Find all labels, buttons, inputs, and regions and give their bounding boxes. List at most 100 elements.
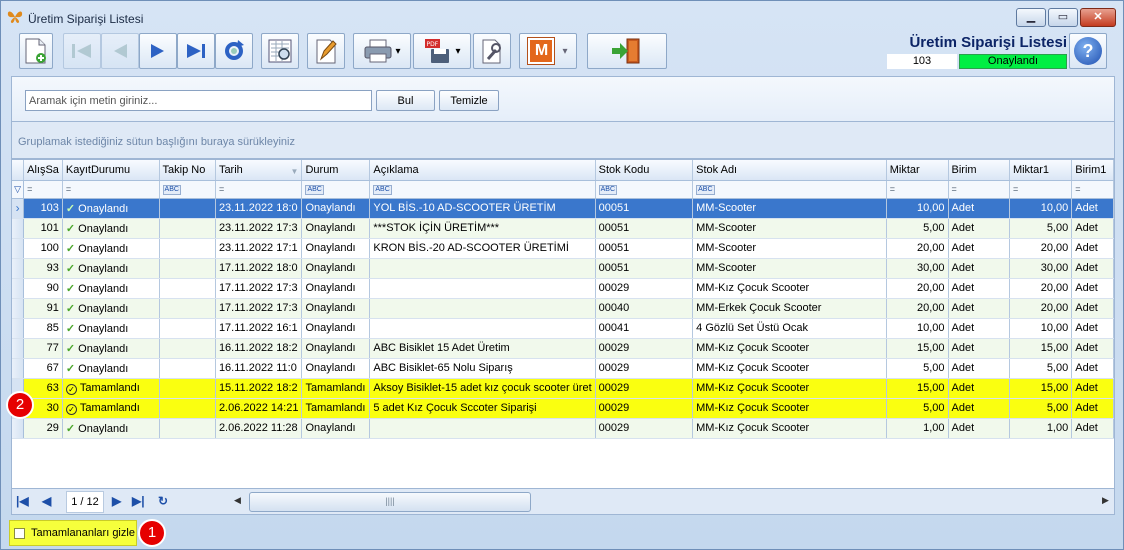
filter-alissa[interactable]: = [23, 180, 63, 199]
cell-stokkodu[interactable]: 00029 [595, 378, 694, 399]
cell-takip[interactable] [159, 238, 216, 259]
pager-next-button[interactable]: ▶ [112, 494, 121, 508]
cell-aciklama[interactable]: ABC Bisiklet-65 Nolu Siparış [369, 358, 596, 379]
cell-stokkodu[interactable]: 00041 [595, 318, 694, 339]
hide-completed-checkbox[interactable] [14, 527, 25, 539]
cell-aciklama[interactable]: YOL BİS.-10 AD-SCOOTER ÜRETİM [369, 198, 596, 219]
cell-birim1[interactable]: Adet [1071, 358, 1114, 379]
cell-no[interactable]: 77 [23, 338, 63, 359]
cell-kayit[interactable]: ✓ Onaylandı [62, 318, 160, 339]
cell-miktar1[interactable]: 1,00 [1009, 418, 1073, 439]
cell-durum[interactable]: Tamamlandı [301, 378, 371, 399]
cell-durum[interactable]: Onaylandı [301, 418, 371, 439]
cell-birim[interactable]: Adet [948, 418, 1010, 439]
cell-durum[interactable]: Onaylandı [301, 218, 371, 239]
table-row[interactable]: 85 ✓ Onaylandı 17.11.2022 16:1 Onaylandı 0004… [12, 318, 1114, 339]
new-document-button[interactable] [19, 33, 53, 69]
column-header-miktar[interactable]: Miktar [886, 160, 949, 181]
cell-takip[interactable] [159, 278, 216, 299]
cell-tarih[interactable]: 2.06.2022 14:21 [215, 398, 303, 419]
cell-stokadi[interactable]: MM-Scooter [692, 198, 887, 219]
cell-durum[interactable]: Onaylandı [301, 338, 371, 359]
edit-button[interactable] [307, 33, 345, 69]
cell-no[interactable]: 100 [23, 238, 63, 259]
cell-aciklama[interactable] [369, 258, 596, 279]
column-header-aciklama[interactable]: Açıklama [369, 160, 596, 181]
column-header-alissa[interactable]: AlışSa [23, 160, 63, 181]
cell-birim1[interactable]: Adet [1071, 278, 1114, 299]
table-row[interactable]: 63 ✓ Tamamlandı 15.11.2022 18:2 Tamamlandı Ak… [12, 378, 1114, 399]
cell-miktar[interactable]: 1,00 [886, 418, 949, 439]
column-header-takipno[interactable]: Takip No [159, 160, 216, 181]
last-record-button[interactable] [177, 33, 215, 69]
cell-birim1[interactable]: Adet [1071, 418, 1114, 439]
table-row[interactable]: 29 ✓ Onaylandı 2.06.2022 11:28 Onaylandı 0002… [12, 418, 1114, 439]
cell-aciklama[interactable]: Aksoy Bisiklet-15 adet kız çocuk scooter… [369, 378, 596, 399]
row-indicator[interactable] [12, 298, 25, 319]
column-header-kayitdurumu[interactable]: KayıtDurumu [62, 160, 160, 181]
cell-birim1[interactable]: Adet [1071, 318, 1114, 339]
table-row[interactable]: 100 ✓ Onaylandı 23.11.2022 17:1 Onaylandı KRO… [12, 238, 1114, 259]
cell-miktar1[interactable]: 5,00 [1009, 358, 1073, 379]
cell-takip[interactable] [159, 258, 216, 279]
cell-birim[interactable]: Adet [948, 318, 1010, 339]
group-by-panel[interactable]: Gruplamak istediğiniz sütun başlığını bu… [11, 122, 1115, 159]
tools-button[interactable] [473, 33, 511, 69]
cell-stokadi[interactable]: MM-Scooter [692, 258, 887, 279]
cell-stokkodu[interactable]: 00029 [595, 418, 694, 439]
close-button[interactable]: ✕ [1080, 8, 1116, 27]
cell-no[interactable]: 91 [23, 298, 63, 319]
cell-birim1[interactable]: Adet [1071, 398, 1114, 419]
cell-stokkodu[interactable]: 00040 [595, 298, 694, 319]
clear-button[interactable]: Temizle [439, 90, 499, 111]
next-record-button[interactable] [139, 33, 177, 69]
cell-kayit[interactable]: ✓ Onaylandı [62, 338, 160, 359]
scroll-left-button[interactable]: ◀ [234, 495, 241, 506]
filter-tarih[interactable]: = [215, 180, 303, 199]
cell-takip[interactable] [159, 338, 216, 359]
cell-tarih[interactable]: 23.11.2022 17:1 [215, 238, 303, 259]
m-menu-button[interactable]: M ▾ [519, 33, 577, 69]
scroll-right-button[interactable]: ▶ [1102, 495, 1109, 506]
cell-durum[interactable]: Onaylandı [301, 318, 371, 339]
cell-durum[interactable]: Onaylandı [301, 278, 371, 299]
cell-tarih[interactable]: 23.11.2022 17:3 [215, 218, 303, 239]
cell-stokkodu[interactable]: 00029 [595, 358, 694, 379]
row-indicator[interactable] [12, 278, 25, 299]
row-indicator[interactable] [12, 238, 25, 259]
cell-stokkodu[interactable]: 00051 [595, 218, 694, 239]
cell-birim[interactable]: Adet [948, 278, 1010, 299]
cell-tarih[interactable]: 23.11.2022 18:0 [215, 198, 303, 219]
cell-birim[interactable]: Adet [948, 238, 1010, 259]
cell-takip[interactable] [159, 198, 216, 219]
cell-miktar1[interactable]: 15,00 [1009, 338, 1073, 359]
cell-stokadi[interactable]: MM-Kız Çocuk Scooter [692, 378, 887, 399]
cell-aciklama[interactable]: ABC Bisiklet 15 Adet Üretim [369, 338, 596, 359]
cell-miktar[interactable]: 10,00 [886, 318, 949, 339]
cell-birim[interactable]: Adet [948, 378, 1010, 399]
column-header-stokadi[interactable]: Stok Adı [692, 160, 887, 181]
cell-birim[interactable]: Adet [948, 198, 1010, 219]
pager-prev-button[interactable]: ◀ [42, 494, 51, 508]
cell-takip[interactable] [159, 398, 216, 419]
column-header-durum[interactable]: Durum [301, 160, 371, 181]
cell-stokadi[interactable]: MM-Kız Çocuk Scooter [692, 398, 887, 419]
cell-tarih[interactable]: 2.06.2022 11:28 [215, 418, 303, 439]
row-indicator[interactable] [12, 418, 25, 439]
cell-stokadi[interactable]: MM-Kız Çocuk Scooter [692, 278, 887, 299]
cell-miktar1[interactable]: 5,00 [1009, 218, 1073, 239]
cell-miktar1[interactable]: 10,00 [1009, 318, 1073, 339]
cell-kayit[interactable]: ✓ Onaylandı [62, 238, 160, 259]
cell-takip[interactable] [159, 318, 216, 339]
cell-kayit[interactable]: ✓ Onaylandı [62, 418, 160, 439]
cell-miktar[interactable]: 5,00 [886, 358, 949, 379]
cell-stokadi[interactable]: MM-Kız Çocuk Scooter [692, 358, 887, 379]
row-indicator[interactable] [12, 258, 25, 279]
cell-tarih[interactable]: 16.11.2022 18:2 [215, 338, 303, 359]
cell-kayit[interactable]: ✓ Onaylandı [62, 298, 160, 319]
exit-button[interactable] [587, 33, 667, 69]
filter-miktar1[interactable]: = [1009, 180, 1073, 199]
cell-no[interactable]: 103 [23, 198, 63, 219]
pdf-export-button[interactable]: PDF ▾ [413, 33, 471, 69]
preview-button[interactable] [261, 33, 299, 69]
